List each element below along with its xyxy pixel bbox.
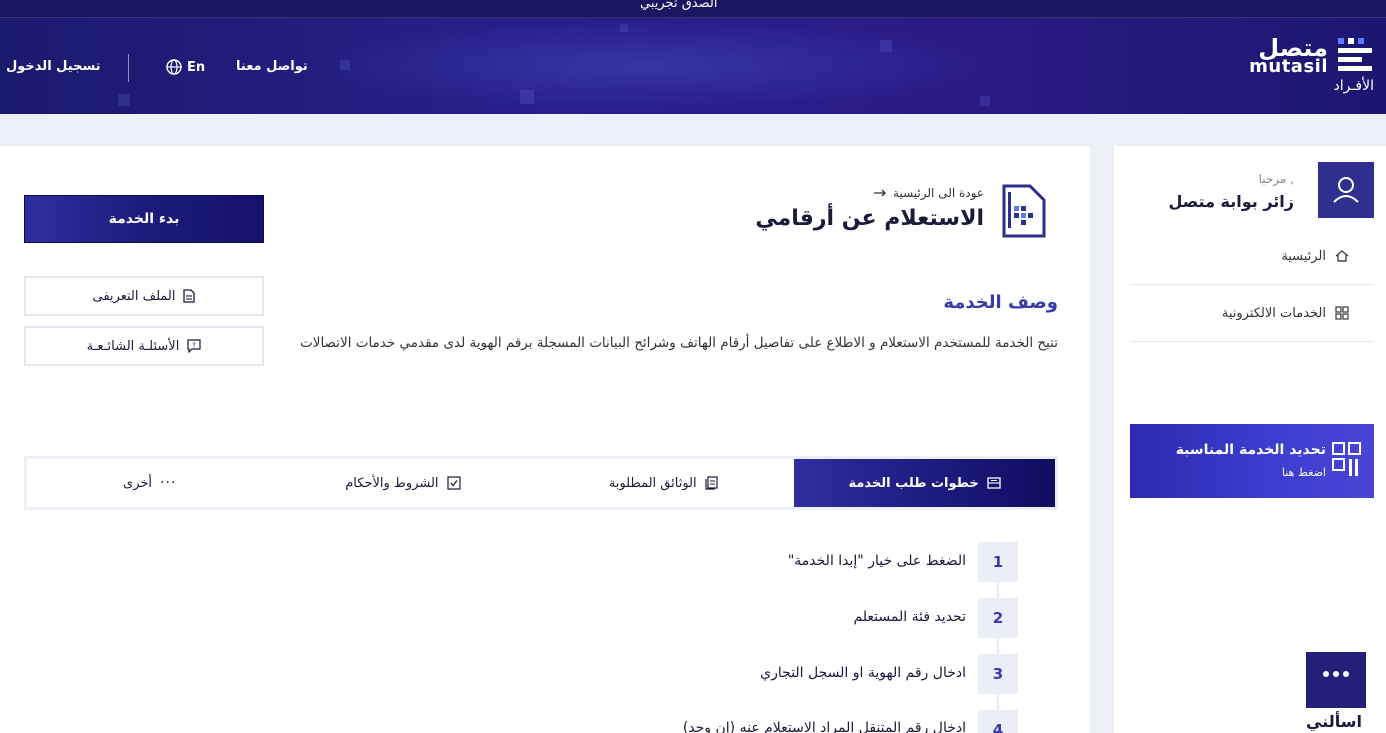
question-icon: ? [187, 339, 201, 353]
header-decoration [620, 24, 628, 32]
sidebar-item-label: الخدمات الالكترونية [1221, 305, 1326, 321]
tab-label: أخرى [123, 475, 153, 491]
header-decoration [300, 20, 1000, 110]
step-text: ادخال رقم المتنقل المراد الاستعلام عنه (… [682, 720, 966, 733]
profile-button-label: الملف التعريفى [92, 288, 176, 304]
grid-icon [1335, 306, 1349, 320]
step-text: تحديد فئة المستعلم [853, 609, 966, 625]
header-decoration [520, 90, 534, 104]
header-decoration [118, 94, 130, 106]
arrow-right-icon [874, 189, 886, 197]
logo-mark-icon [1338, 38, 1372, 71]
documents-icon [705, 476, 718, 490]
top-announcement-bar: الصدق تجريبي [0, 0, 1386, 18]
login-link[interactable]: تسجيل الدخول [6, 59, 101, 74]
step-text: الضغط على خيار "إبدا الخدمة" [787, 553, 966, 569]
announcement-text: الصدق تجريبي [640, 0, 718, 11]
promo-title: تحديد الخدمة المناسبة [1175, 442, 1326, 458]
more-icon: ··· [160, 475, 177, 491]
description-heading: وصف الخدمة [943, 292, 1058, 313]
service-profile-button[interactable]: الملف التعريفى [24, 276, 264, 316]
sidebar-divider [1130, 341, 1374, 342]
mutasil-logo[interactable]: متصل mutasil الأفـراد [1240, 34, 1380, 98]
globe-icon [166, 59, 182, 75]
sidebar: مرحبا , زائر بوابة متصل الرئيسية الخدمات… [1114, 146, 1386, 733]
header-decoration [980, 96, 990, 106]
sidebar-item-label: الرئيسية [1281, 248, 1326, 264]
chat-label: اسألني [1306, 712, 1362, 731]
sidebar-item-eservices[interactable]: الخدمات الالكترونية [1222, 305, 1350, 321]
header-decoration [340, 60, 350, 70]
chat-icon [1323, 671, 1349, 677]
tab-required-documents[interactable]: الوثائق المطلوبة [533, 459, 795, 507]
file-icon [183, 289, 196, 303]
step-number: 3 [978, 654, 1018, 694]
user-icon [1333, 177, 1359, 203]
tab-terms-conditions[interactable]: الشروط والأحكام [272, 459, 534, 507]
home-icon [1335, 250, 1349, 262]
checkbox-icon [446, 476, 461, 490]
step-number: 4 [978, 710, 1018, 733]
faq-button[interactable]: الأسئلـة الشائـعـة ? [24, 326, 264, 366]
description-text: تتيح الخدمة للمستخدم الاستعلام و الاطلاع… [300, 335, 1058, 351]
steps-list: 1 الضغط على خيار "إبدا الخدمة" 2 تحديد ف… [0, 542, 1090, 733]
avatar[interactable] [1318, 162, 1374, 218]
start-service-button[interactable]: بدء الخدمة [24, 195, 264, 243]
steps-icon [987, 477, 1001, 489]
logo-subtitle: الأفـراد [1333, 78, 1374, 94]
sidebar-item-home[interactable]: الرئيسية [1281, 248, 1350, 264]
sidebar-divider [1130, 284, 1374, 285]
nav-contact-link[interactable]: تواصل معنا [236, 59, 308, 74]
header-decoration [880, 40, 892, 52]
svg-text:?: ? [192, 342, 196, 350]
tab-label: الشروط والأحكام [345, 475, 439, 491]
greeting-text: مرحبا , [1258, 172, 1294, 186]
main-panel: عودة الى الرئيسية الاستعلام عن أرقامي بد… [0, 146, 1090, 733]
chat-assistant-button[interactable] [1306, 652, 1366, 708]
service-document-icon [1002, 184, 1046, 238]
language-label: En [187, 59, 206, 75]
logo-text-en: mutasil [1249, 56, 1328, 77]
step-number: 2 [978, 598, 1018, 638]
promo-subtitle: اضغط هنا [1281, 466, 1326, 479]
tab-request-steps[interactable]: خطوات طلب الخدمة [794, 459, 1055, 507]
faq-button-label: الأسئلـة الشائـعـة [86, 338, 180, 354]
step-text: ادخال رقم الهوية او السجل التجاري [760, 665, 966, 681]
tab-label: الوثائق المطلوبة [608, 475, 697, 491]
tab-label: خطوات طلب الخدمة [848, 475, 979, 491]
steps-connector [997, 562, 999, 733]
tab-other[interactable]: أخرى ··· [26, 459, 273, 507]
visitor-name: زائر بوابة متصل [1168, 192, 1294, 211]
language-switch[interactable]: En [166, 59, 205, 75]
back-to-home-link[interactable]: عودة الى الرئيسية [873, 186, 984, 200]
nav-divider [128, 54, 129, 82]
site-header: الصدق تجريبي متصل mutasil الأفـراد تواصل… [0, 0, 1386, 114]
find-service-banner[interactable]: تحديد الخدمة المناسبة اضغط هنا [1130, 424, 1374, 498]
page-title: الاستعلام عن أرقامي [755, 206, 984, 231]
step-number: 1 [978, 542, 1018, 582]
qr-icon [1332, 442, 1361, 476]
back-link-label: عودة الى الرئيسية [893, 186, 984, 200]
service-tabs: خطوات طلب الخدمة الوثائق المطلوبة الشروط… [24, 456, 1058, 510]
